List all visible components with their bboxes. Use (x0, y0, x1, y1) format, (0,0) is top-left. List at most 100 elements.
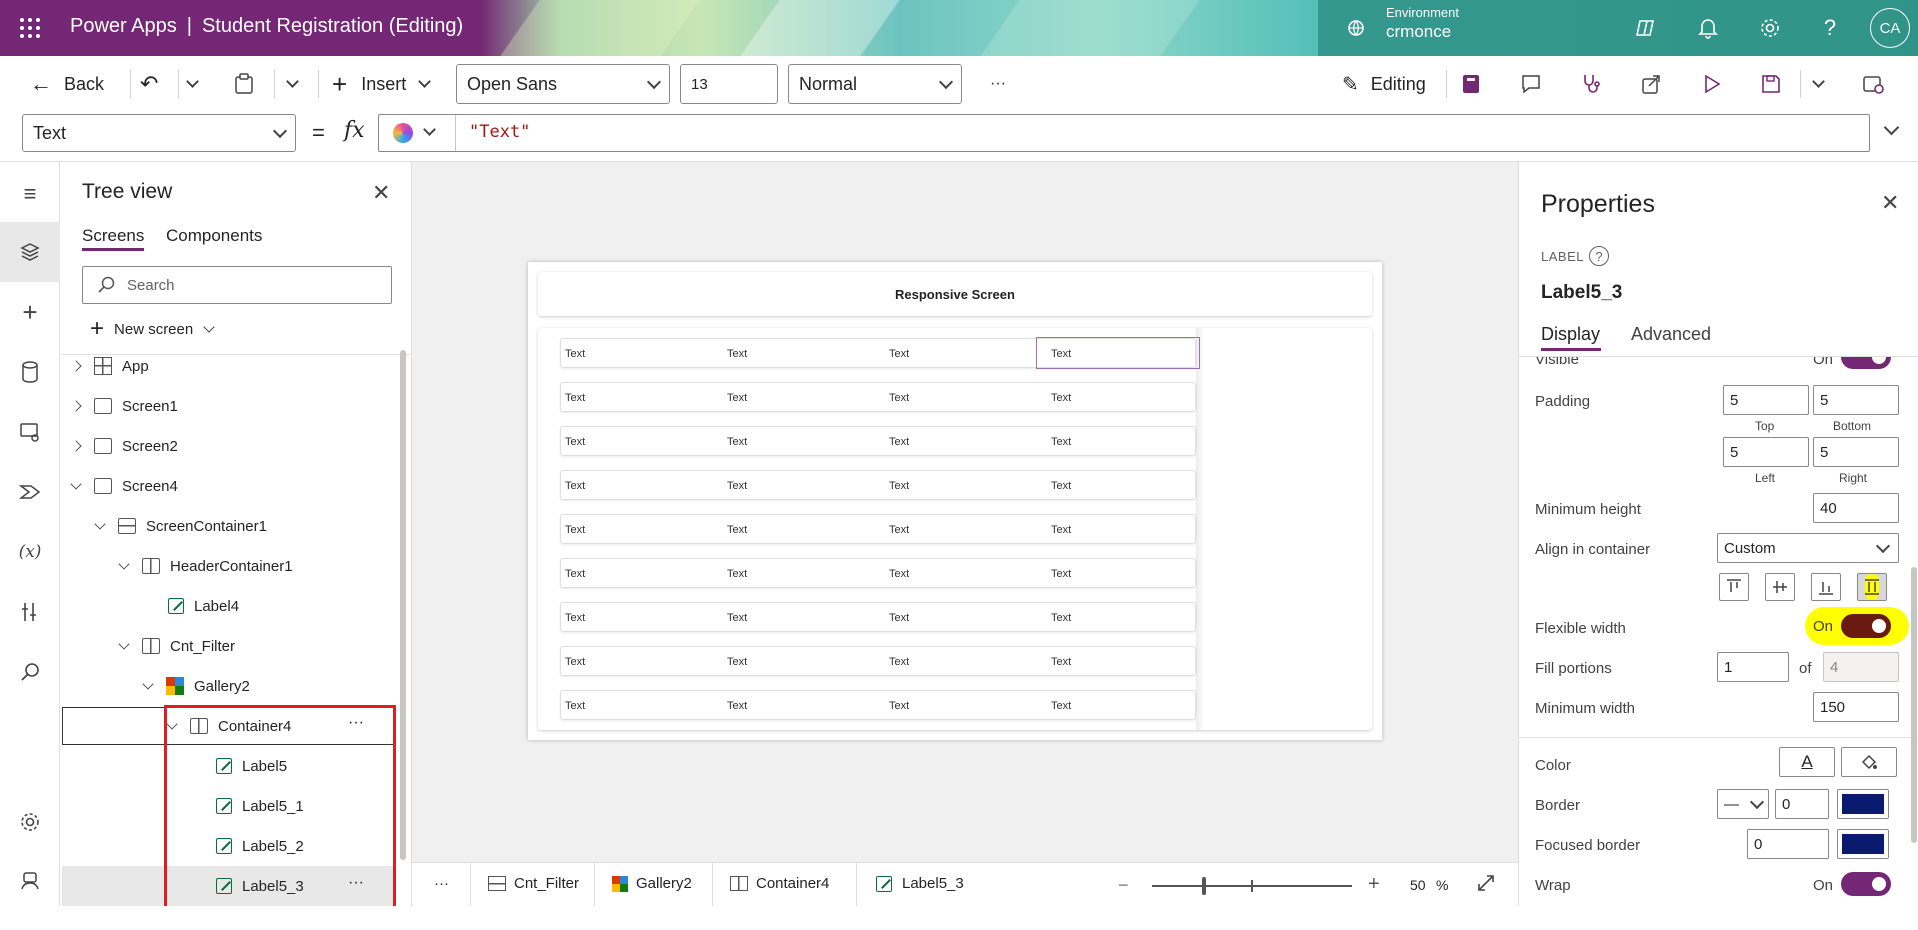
border-color-picker[interactable] (1837, 789, 1889, 819)
padding-left-input[interactable]: 5 (1723, 437, 1809, 467)
environment-name[interactable]: crmonce (1386, 22, 1451, 42)
gallery-cell-label[interactable]: Text (1051, 480, 1071, 492)
font-weight-select[interactable]: Normal (788, 64, 962, 104)
border-style-select[interactable]: — (1717, 789, 1769, 819)
tree-node-label4[interactable]: Label4 (168, 587, 239, 625)
gallery-cell-label[interactable]: Text (565, 392, 585, 404)
tab-components[interactable]: Components (166, 226, 262, 246)
insert-plus-icon[interactable]: + (14, 296, 46, 328)
gallery-cell-label[interactable]: Text (727, 568, 747, 580)
visible-toggle[interactable] (1841, 357, 1891, 369)
undo-icon[interactable]: ↶ (140, 64, 158, 104)
app-name[interactable]: Power Apps (70, 15, 177, 38)
minimum-width-input[interactable]: 150 (1813, 692, 1899, 722)
gallery-cell-label[interactable]: Text (727, 524, 747, 536)
user-avatar[interactable]: CA (1870, 8, 1910, 48)
gallery-row[interactable]: Text Text Text Text (560, 426, 1196, 456)
copilot-formula-icon[interactable] (393, 123, 413, 143)
gallery-cell-label[interactable]: Text (1051, 656, 1071, 668)
gallery-row[interactable]: Text Text Text Text (560, 514, 1196, 544)
comments-icon[interactable] (1520, 64, 1542, 104)
properties-scrollbar[interactable] (1911, 567, 1917, 843)
align-in-container-select[interactable]: Custom (1717, 533, 1899, 563)
font-family-select[interactable]: Open Sans (456, 64, 670, 104)
tab-advanced[interactable]: Advanced (1631, 324, 1711, 345)
gallery-cell-label[interactable]: Text (727, 348, 747, 360)
tree-node-headercontainer1[interactable]: HeaderContainer1 (118, 547, 293, 585)
zoom-in-icon[interactable]: + (1368, 873, 1380, 896)
tree-node-screen2[interactable]: Screen2 (70, 427, 178, 465)
close-icon[interactable]: ✕ (1881, 190, 1899, 216)
align-stretch-icon[interactable] (1857, 573, 1887, 601)
gallery-cell-label[interactable]: Text (889, 436, 909, 448)
screen-title-label[interactable]: Responsive Screen (895, 287, 1015, 302)
gallery-cell-label[interactable]: Text (889, 392, 909, 404)
formula-input[interactable]: "Text" (378, 114, 1870, 152)
paste-dropdown-chevron-icon[interactable] (286, 64, 299, 104)
gallery-row[interactable]: Text Text Text Text (560, 470, 1196, 500)
gallery-cell-label[interactable]: Text (565, 524, 585, 536)
gallery-cell-label[interactable]: Text (565, 348, 585, 360)
more-options-button[interactable]: ··· (990, 64, 1006, 104)
settings-gear-icon[interactable] (14, 806, 46, 838)
notebook-icon[interactable] (1460, 64, 1482, 104)
formula-text[interactable]: "Text" (469, 122, 530, 142)
close-icon[interactable]: ✕ (372, 180, 390, 206)
gallery-row[interactable]: Text Text Text Text (560, 602, 1196, 632)
tree-node-screen4[interactable]: Screen4 (70, 467, 178, 505)
insert-button[interactable]: + Insert (332, 64, 432, 104)
gallery-row[interactable]: Text Text Text Text (560, 690, 1196, 720)
gallery-cell-label[interactable]: Text (727, 612, 747, 624)
gallery-row[interactable]: Text Text Text Text (560, 382, 1196, 412)
paste-clipboard-icon[interactable] (234, 64, 254, 104)
gallery-cell-label[interactable]: Text (565, 568, 585, 580)
gallery-cell-label[interactable]: Text (565, 656, 585, 668)
zoom-out-icon[interactable]: − (1118, 875, 1129, 896)
gallery-cell-label[interactable]: Text (889, 348, 909, 360)
gallery-cell-label[interactable]: Text (565, 480, 585, 492)
save-dropdown-chevron-icon[interactable] (1812, 64, 1825, 104)
align-middle-icon[interactable] (1765, 573, 1795, 601)
tree-node-gallery2[interactable]: Gallery2 (142, 667, 250, 705)
fill-color-bucket-icon[interactable] (1841, 747, 1897, 777)
settings-gear-icon[interactable] (1754, 12, 1786, 44)
layers-tree-icon[interactable] (14, 236, 46, 268)
gallery-cell-label[interactable]: Text (889, 568, 909, 580)
expand-formula-chevron-icon[interactable] (1883, 119, 1900, 136)
gallery-cell-label[interactable]: Text (565, 700, 585, 712)
gallery-cell-label[interactable]: Text (727, 700, 747, 712)
gallery-cell-label[interactable]: Text (1051, 436, 1071, 448)
gallery-row[interactable]: Text Text Text Text (560, 558, 1196, 588)
variables-icon[interactable]: (x) (14, 536, 46, 568)
breadcrumb-gallery2[interactable]: Gallery2 (612, 875, 692, 892)
tree-node-app[interactable]: App (70, 347, 149, 385)
chevron-down-icon[interactable] (423, 123, 436, 136)
control-name[interactable]: Label5_3 (1541, 282, 1622, 304)
help-question-icon[interactable]: ? (1814, 12, 1846, 44)
new-screen-button[interactable]: + New screen (90, 314, 215, 344)
gallery-cell-label[interactable]: Text (727, 480, 747, 492)
gallery-cell-label[interactable]: Text (889, 480, 909, 492)
gallery-cell-label[interactable]: Text (889, 700, 909, 712)
header-container-preview[interactable]: Responsive Screen (538, 272, 1372, 316)
power-automate-icon[interactable] (14, 476, 46, 508)
gallery-cell-label[interactable]: Text (1051, 524, 1071, 536)
tree-scrollbar[interactable] (400, 350, 406, 860)
gallery-row[interactable]: Text Text Text Text (560, 646, 1196, 676)
share-icon[interactable] (1640, 64, 1662, 104)
padding-right-input[interactable]: 5 (1813, 437, 1899, 467)
text-color-button[interactable]: A (1779, 747, 1835, 777)
gallery-cell-label[interactable]: Text (1051, 612, 1071, 624)
tree-node-screen1[interactable]: Screen1 (70, 387, 178, 425)
gallery-cell-label[interactable]: Text (565, 436, 585, 448)
advanced-tools-icon[interactable] (14, 596, 46, 628)
focused-border-input[interactable]: 0 (1747, 829, 1829, 859)
breadcrumb-cnt-filter[interactable]: Cnt_Filter (488, 875, 579, 892)
tree-node-cnt-filter[interactable]: Cnt_Filter (118, 627, 235, 665)
filter-container-preview[interactable]: Text Text Text Text Text Text Text Text Text Text… (538, 328, 1372, 730)
padding-bottom-input[interactable]: 5 (1813, 385, 1899, 415)
focused-border-color-picker[interactable] (1837, 829, 1889, 859)
data-cylinder-icon[interactable] (14, 356, 46, 388)
app-launcher-icon[interactable] (14, 12, 46, 44)
app-checker-stethoscope-icon[interactable] (1580, 64, 1602, 104)
